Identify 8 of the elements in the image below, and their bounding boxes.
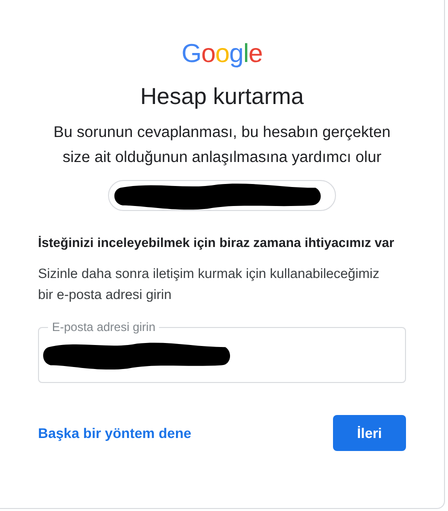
try-another-way-link[interactable]: Başka bir yöntem dene — [38, 422, 192, 444]
google-logo: Google — [182, 38, 262, 68]
page-title: Hesap kurtarma — [140, 82, 304, 110]
notice-text: İsteğinizi inceleyebilmek için biraz zamana ihtiyacımız var — [38, 234, 396, 252]
field-label: E-posta adresi girin — [48, 319, 160, 335]
instruction-text: Sizinle daha sonra iletişim kurmak için kullanabileceğimiz bir e-posta adresi girin — [38, 265, 380, 304]
next-button[interactable]: İleri — [333, 415, 406, 451]
subtitle: Bu sorunun cevaplanması, bu hesabın gerçekten size ait olduğunun anlaşılmasına yardımcı olur — [52, 123, 392, 168]
